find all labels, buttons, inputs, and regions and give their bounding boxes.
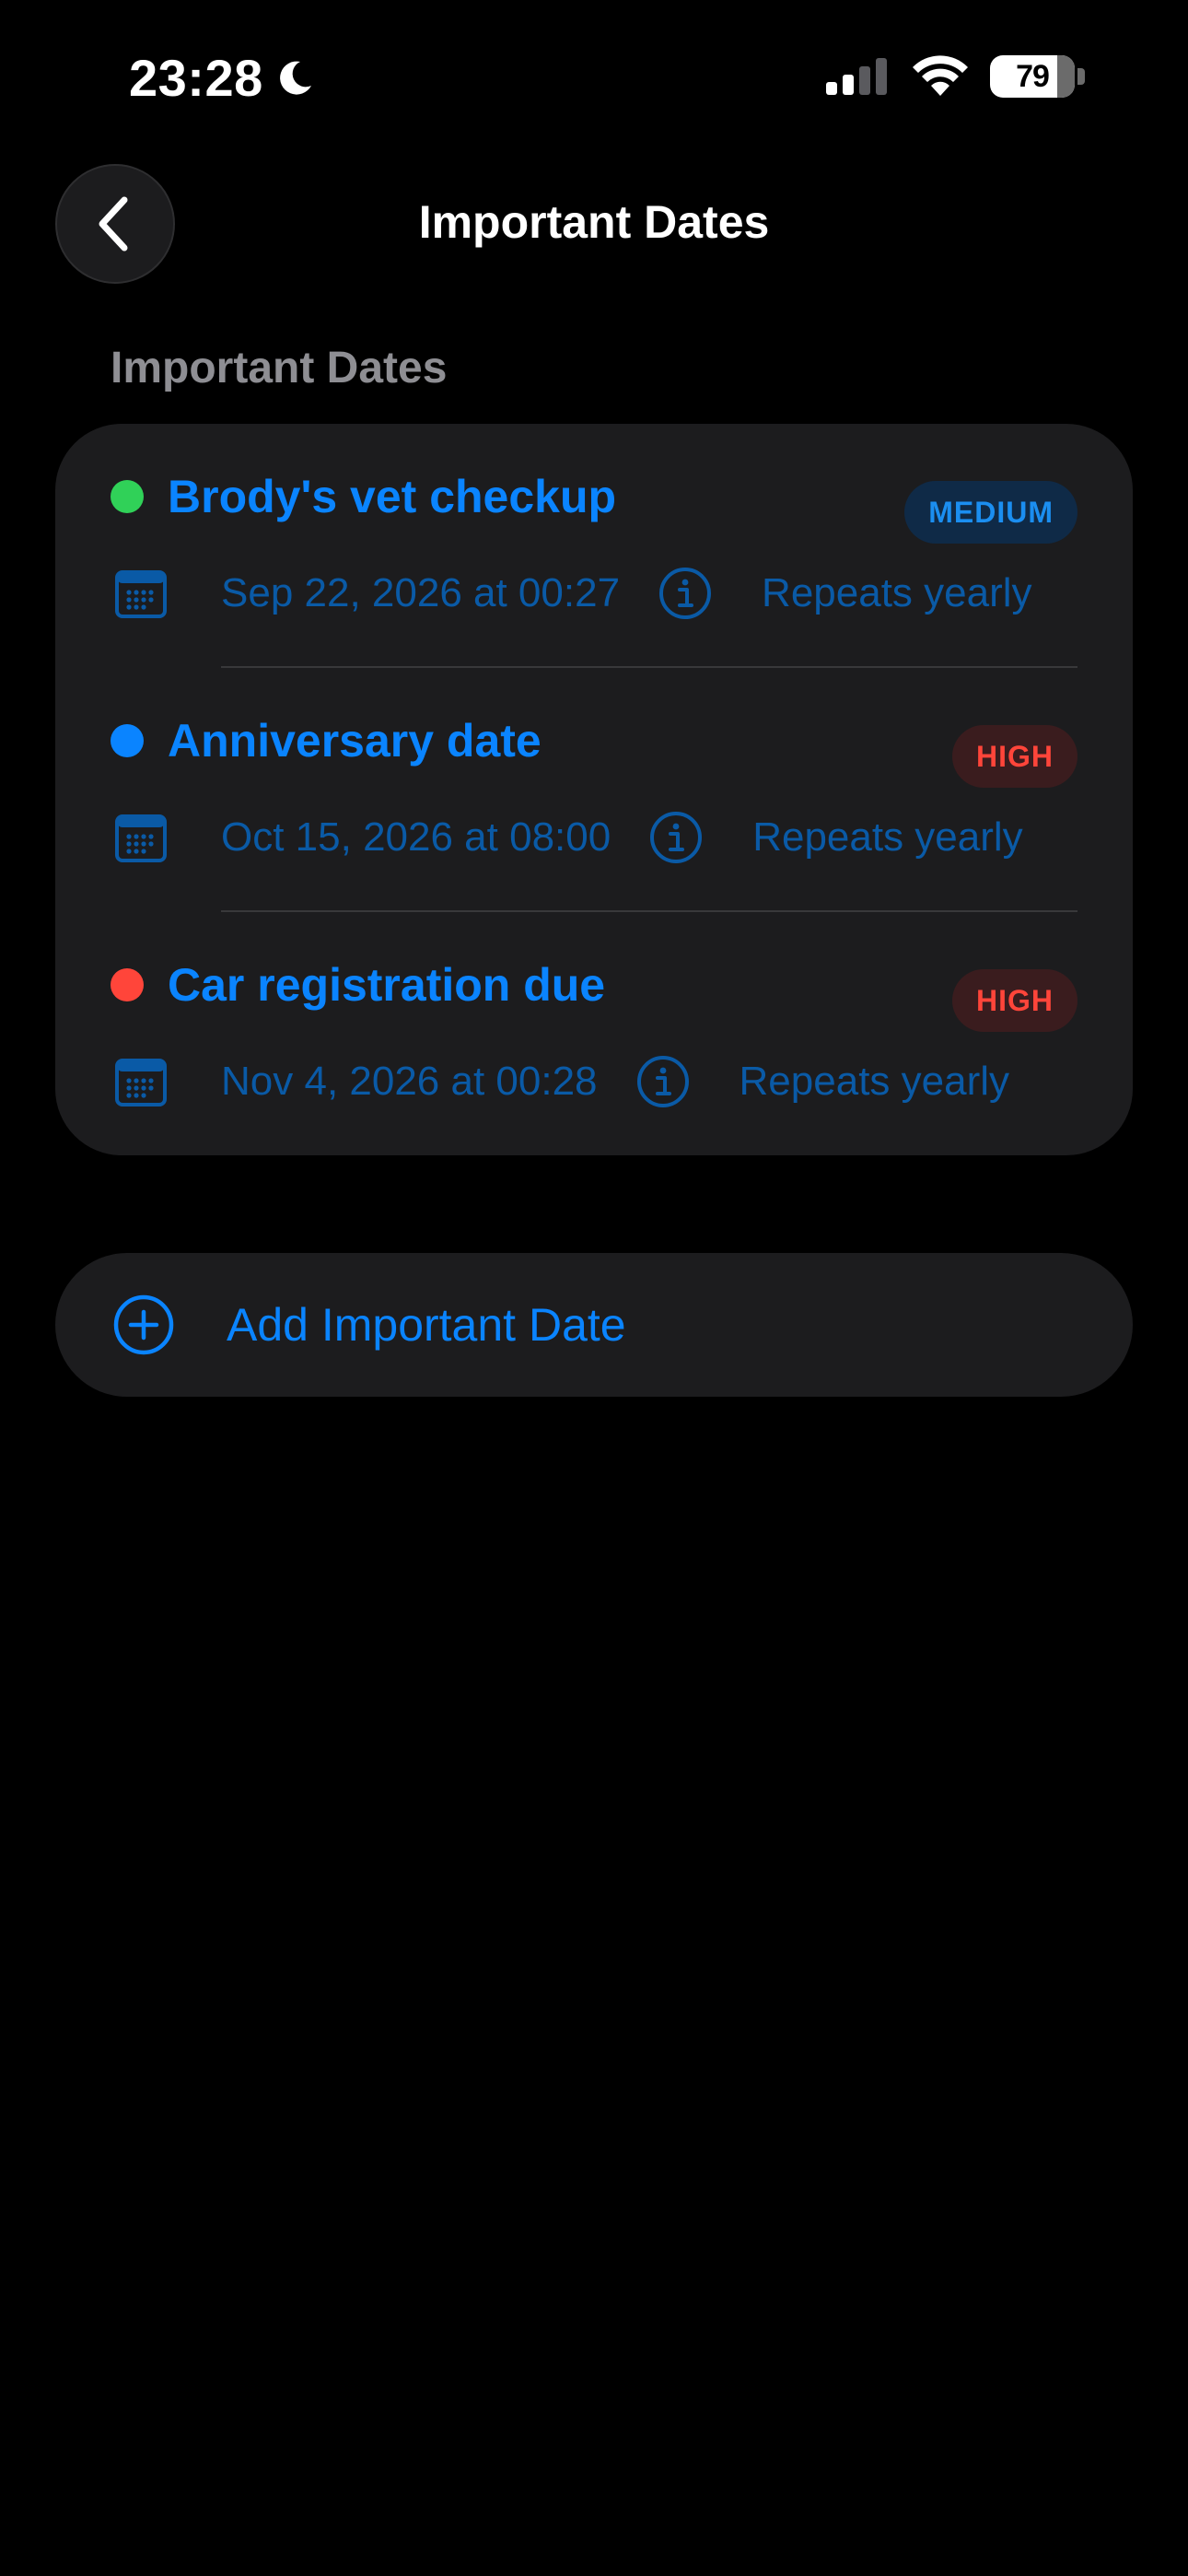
date-row-brodys-vet-checkup[interactable]: Brody's vet checkup MEDIUM Sep 22, 2026 … [55, 424, 1133, 668]
battery-percent: 79 [1016, 58, 1050, 94]
row-title: Car registration due [111, 958, 605, 1012]
status-bar: 23:28 79 [0, 0, 1188, 157]
row-detail: Sep 22, 2026 at 00:27 Repeats yearly [114, 564, 1032, 623]
plus-circle-icon [113, 1294, 174, 1355]
calendar-icon [115, 814, 167, 862]
status-dot-red [111, 968, 144, 1001]
row-detail: Oct 15, 2026 at 08:00 Repeats yearly [114, 808, 1023, 867]
date-row-anniversary-date[interactable]: Anniversary date HIGH Oct 15, 2026 at 08… [55, 668, 1133, 912]
item-title: Car registration due [168, 959, 606, 1011]
row-title: Anniversary date [111, 714, 542, 767]
battery-icon: 79 [990, 55, 1075, 98]
repeat-text: Repeats yearly [752, 814, 1023, 860]
calendar-icon [115, 570, 167, 618]
item-title: Brody's vet checkup [168, 471, 617, 522]
date-time-text: Sep 22, 2026 at 00:27 [221, 570, 621, 615]
info-icon[interactable] [649, 811, 703, 864]
signal-icon [826, 58, 887, 95]
calendar-icon [115, 1059, 167, 1107]
priority-badge-high: HIGH [952, 725, 1077, 788]
page-title: Important Dates [418, 196, 770, 248]
moon-icon [279, 61, 311, 95]
section-header: Important Dates [111, 344, 448, 392]
repeat-text: Repeats yearly [762, 570, 1032, 615]
date-time-text: Oct 15, 2026 at 08:00 [221, 814, 611, 860]
item-title: Anniversary date [168, 715, 542, 767]
status-time: 23:28 [129, 48, 315, 108]
info-icon[interactable] [658, 567, 712, 620]
battery-tip [1077, 68, 1085, 85]
priority-badge-high: HIGH [952, 969, 1077, 1032]
row-detail: Nov 4, 2026 at 00:28 Repeats yearly [114, 1052, 1009, 1111]
status-indicators: 79 [826, 55, 1085, 98]
battery-empty-fill [1056, 55, 1075, 98]
priority-badge-medium: MEDIUM [904, 481, 1077, 544]
date-time-text: Nov 4, 2026 at 00:28 [221, 1059, 598, 1104]
info-icon[interactable] [636, 1055, 690, 1108]
wifi-icon [913, 55, 968, 96]
battery-indicator: 79 [990, 55, 1085, 98]
add-important-date-button[interactable]: Add Important Date [55, 1253, 1133, 1397]
status-time-label: 23:28 [129, 49, 263, 107]
row-title: Brody's vet checkup [111, 470, 616, 523]
repeat-text: Repeats yearly [739, 1059, 1010, 1104]
important-dates-list: Brody's vet checkup MEDIUM Sep 22, 2026 … [55, 424, 1133, 1155]
add-important-date-label: Add Important Date [227, 1299, 626, 1351]
date-row-car-registration-due[interactable]: Car registration due HIGH Nov 4, 2026 at… [55, 912, 1133, 1156]
status-dot-green [111, 480, 144, 513]
status-dot-blue [111, 724, 144, 757]
